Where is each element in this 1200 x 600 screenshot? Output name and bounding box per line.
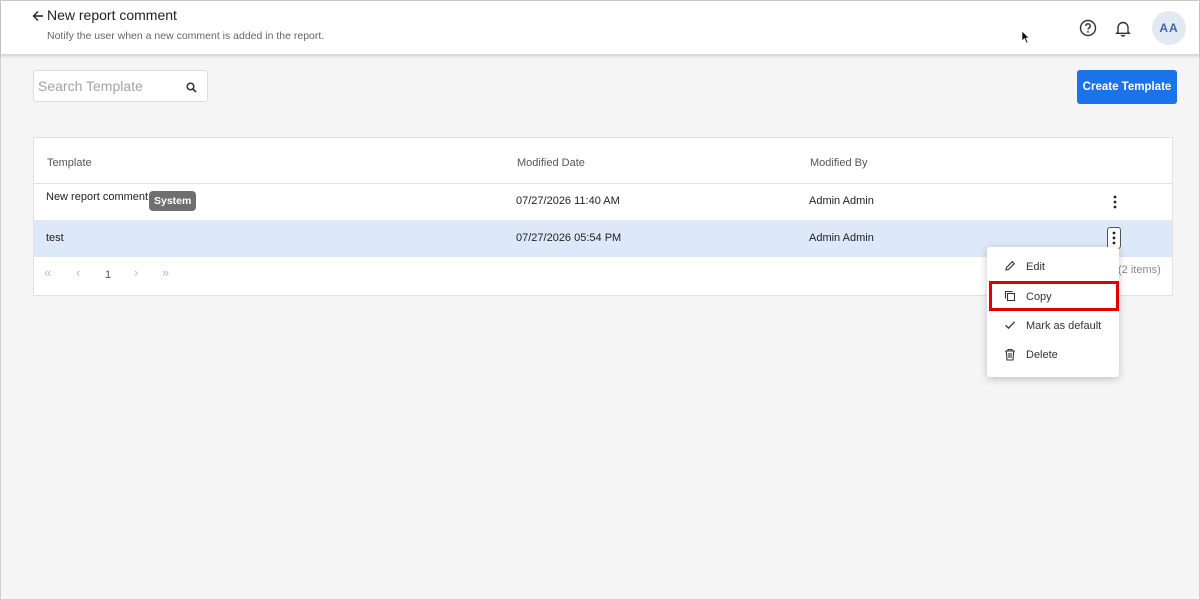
search-icon[interactable]: [186, 80, 197, 98]
modified-date: 07/27/2026 05:54 PM: [516, 232, 622, 244]
column-header-modified-by[interactable]: Modified By: [810, 157, 867, 169]
row-actions-kebab-icon[interactable]: [1107, 227, 1121, 249]
search-input[interactable]: [38, 76, 178, 96]
row-actions-menu: Edit Copy Mark as default Delete: [987, 247, 1119, 377]
create-template-button[interactable]: Create Template: [1077, 70, 1177, 104]
menu-item-label: Copy: [1026, 291, 1052, 303]
row-actions-kebab-icon[interactable]: [1108, 191, 1122, 213]
check-icon: [1003, 318, 1017, 332]
column-header-template[interactable]: Template: [47, 157, 92, 169]
search-box[interactable]: [33, 70, 208, 102]
trash-icon: [1003, 347, 1017, 361]
help-icon[interactable]: [1078, 18, 1098, 38]
pencil-icon: [1003, 259, 1017, 273]
menu-item-label: Edit: [1026, 261, 1045, 273]
copy-icon: [1003, 289, 1017, 303]
menu-item-copy[interactable]: Copy: [987, 283, 1119, 311]
first-page-icon[interactable]: «: [44, 265, 51, 280]
prev-page-icon[interactable]: ‹: [76, 265, 80, 280]
modified-by: Admin Admin: [809, 195, 874, 207]
top-bar: New report comment Notify the user when …: [1, 1, 1199, 55]
mouse-cursor-icon: [1021, 30, 1030, 49]
system-badge: System: [149, 191, 197, 211]
modified-date: 07/27/2026 11:40 AM: [516, 195, 620, 207]
template-name: New report comment: [46, 191, 149, 203]
menu-item-delete[interactable]: Delete: [987, 341, 1119, 369]
page-number[interactable]: 1: [105, 269, 111, 281]
page-subtitle: Notify the user when a new comment is ad…: [47, 30, 325, 42]
menu-item-mark-default[interactable]: Mark as default: [987, 312, 1119, 340]
column-header-modified-date[interactable]: Modified Date: [517, 157, 585, 169]
next-page-icon[interactable]: ›: [134, 265, 138, 280]
page-title: New report comment: [47, 7, 177, 23]
items-count: (2 items): [1118, 264, 1161, 276]
modified-by: Admin Admin: [809, 232, 874, 244]
menu-item-edit[interactable]: Edit: [987, 253, 1119, 281]
back-arrow-icon[interactable]: [31, 8, 45, 24]
user-avatar[interactable]: AA: [1152, 11, 1186, 45]
last-page-icon[interactable]: »: [162, 265, 169, 280]
template-name: test: [46, 232, 64, 244]
bell-icon[interactable]: [1113, 18, 1133, 38]
menu-item-label: Mark as default: [1026, 320, 1102, 332]
table-row[interactable]: New report comment System 07/27/2026 11:…: [34, 184, 1172, 220]
menu-item-label: Delete: [1026, 349, 1058, 361]
